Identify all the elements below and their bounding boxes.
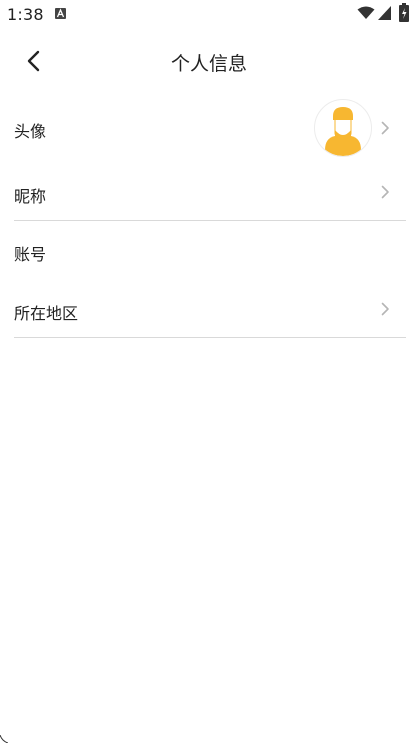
status-time: 1:38 <box>7 5 44 24</box>
battery-icon <box>399 3 409 22</box>
default-user-avatar-icon <box>325 107 361 156</box>
row-label-nickname: 昵称 <box>14 187 47 206</box>
row-region[interactable]: 所在地区 <box>0 280 418 340</box>
signal-icon <box>378 6 391 20</box>
avatar[interactable] <box>314 99 372 157</box>
chevron-right-icon <box>381 185 389 199</box>
header: 个人信息 <box>0 40 418 82</box>
status-bar: 1:38 <box>0 0 418 28</box>
wifi-icon <box>357 6 375 19</box>
row-nickname[interactable]: 昵称 <box>0 164 418 222</box>
divider <box>14 220 406 221</box>
row-account: 账号 <box>0 222 418 280</box>
corner-mark <box>0 735 8 743</box>
row-label-account: 账号 <box>14 245 47 264</box>
a-icon <box>55 8 66 19</box>
row-label-region: 所在地区 <box>14 304 79 323</box>
row-label-avatar: 头像 <box>14 122 47 141</box>
chevron-right-icon <box>381 121 389 135</box>
page-title: 个人信息 <box>170 53 247 75</box>
divider <box>14 337 406 338</box>
chevron-right-icon <box>381 302 389 316</box>
